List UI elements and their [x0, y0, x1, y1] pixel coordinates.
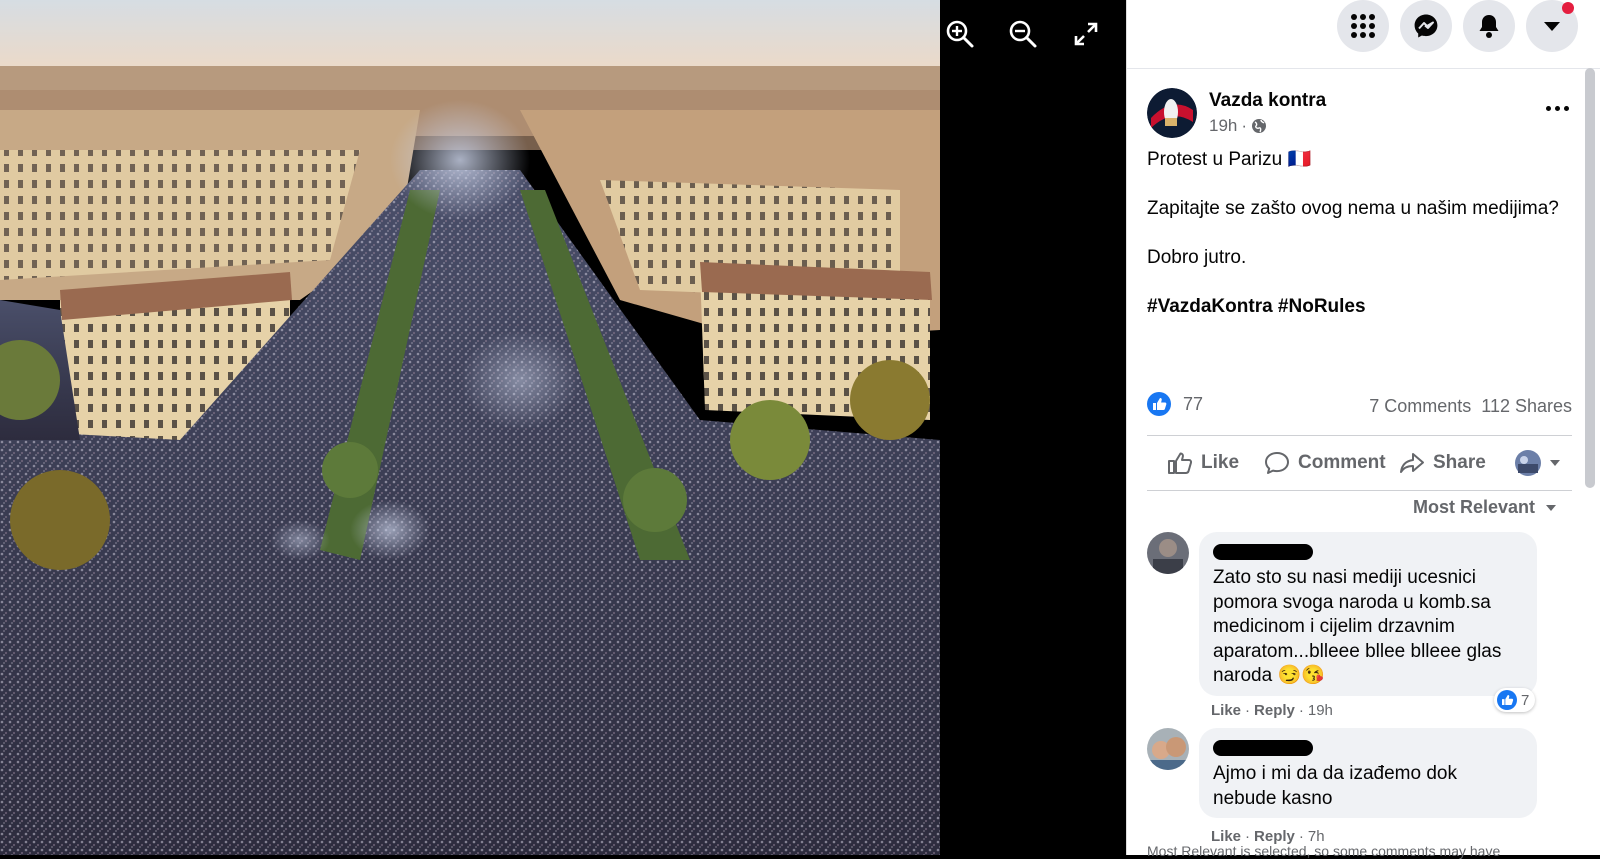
comment-like-link[interactable]: Like — [1211, 702, 1241, 719]
reactions-summary[interactable]: 77 — [1147, 392, 1203, 416]
account-button[interactable] — [1526, 0, 1578, 52]
reaction-count: 7 — [1521, 691, 1530, 709]
comment-reactions[interactable]: 7 — [1494, 688, 1536, 712]
comment-time[interactable]: 19h — [1308, 702, 1333, 719]
post-photo[interactable] — [0, 0, 940, 855]
post-line: Protest u Parizu 🇫🇷 — [1147, 149, 1312, 170]
photo-viewer — [0, 0, 1126, 855]
profile-thumbnail-icon — [1515, 450, 1541, 476]
like-reaction-icon — [1497, 690, 1517, 710]
meta-separator: · — [1241, 116, 1248, 135]
like-reaction-icon — [1147, 392, 1171, 416]
top-navigation — [1127, 0, 1600, 69]
fullscreen-icon — [1074, 22, 1098, 46]
shares-count[interactable]: 112 Shares — [1481, 396, 1572, 417]
post-text: Protest u Parizu 🇫🇷 Zapitajte se zašto o… — [1147, 148, 1572, 320]
comment-button[interactable]: Comment — [1264, 446, 1386, 480]
reaction-profile-selector[interactable] — [1515, 446, 1561, 480]
globe-icon — [1252, 119, 1267, 133]
zoom-out-icon — [1009, 20, 1037, 48]
caret-down-icon — [1544, 22, 1560, 31]
post-options-button[interactable] — [1542, 98, 1572, 118]
comment-bubble: Ajmo i mi da da izađemo dok nebude kasno — [1199, 728, 1537, 818]
dot-icon — [1545, 105, 1551, 111]
caret-down-icon — [1550, 460, 1560, 466]
redacted-commenter-name — [1213, 740, 1313, 756]
sort-label: Most Relevant — [1412, 497, 1535, 517]
notification-dot — [1562, 2, 1574, 14]
comment-bubble: Zato sto su nasi mediji ucesnici pomora … — [1199, 532, 1537, 696]
caret-down-icon — [1546, 504, 1556, 511]
comment-text: Ajmo i mi da da izađemo dok nebude kasno — [1213, 763, 1457, 809]
like-count: 77 — [1183, 393, 1204, 414]
menu-button[interactable] — [1337, 0, 1389, 52]
commenter-avatar[interactable] — [1147, 532, 1189, 574]
avatar-image — [1147, 532, 1189, 574]
scrollbar[interactable] — [1585, 68, 1595, 488]
post-stats: 77 7 Comments 112 Shares — [1147, 392, 1572, 422]
comment-text: Zato sto su nasi mediji ucesnici pomora … — [1213, 567, 1502, 686]
dot-icon — [1563, 105, 1569, 111]
page-name[interactable]: Vazda kontra — [1209, 90, 1326, 112]
post-side-panel: Vazda kontra 19h · Protest u Parizu 🇫🇷 Z… — [1126, 0, 1600, 859]
comments-count[interactable]: 7 Comments — [1369, 396, 1471, 417]
page-avatar[interactable] — [1147, 88, 1197, 138]
comment-sort-dropdown[interactable]: Most Relevant — [1413, 497, 1557, 518]
like-label: Like — [1201, 452, 1240, 473]
commenter-avatar[interactable] — [1147, 728, 1189, 770]
comment-footer: Like · Reply · 19h — [1211, 702, 1333, 719]
like-button[interactable]: Like — [1167, 446, 1239, 480]
messenger-button[interactable] — [1400, 0, 1452, 52]
separator: · — [1245, 702, 1251, 719]
zoom-in-button[interactable] — [940, 14, 980, 54]
messenger-icon — [1414, 14, 1438, 38]
stats-right: 7 Comments 112 Shares — [1369, 396, 1572, 417]
post-hashtags[interactable]: #VazdaKontra #NoRules — [1147, 295, 1572, 320]
share-label: Share — [1433, 452, 1486, 473]
bell-icon — [1479, 15, 1499, 38]
avatar-image — [1147, 728, 1189, 770]
zoom-out-button[interactable] — [1003, 14, 1043, 54]
share-button[interactable]: Share — [1399, 446, 1486, 480]
post-meta: 19h · — [1209, 116, 1267, 136]
comment-icon — [1265, 452, 1289, 474]
fullscreen-button[interactable] — [1066, 14, 1106, 54]
comment-reply-link[interactable]: Reply — [1254, 702, 1295, 719]
share-icon — [1400, 453, 1424, 473]
redacted-commenter-name — [1213, 544, 1313, 560]
dot-icon — [1554, 105, 1560, 111]
post-time[interactable]: 19h — [1209, 116, 1237, 136]
separator: · — [1298, 702, 1304, 719]
thumbs-up-icon — [1168, 452, 1193, 474]
crowd-photo-illustration — [0, 0, 940, 855]
page-logo-image — [1147, 88, 1197, 138]
post-line: Zapitajte se zašto ovog nema u našim med… — [1147, 198, 1559, 219]
post-line: Dobro jutro. — [1147, 247, 1247, 268]
grid-menu-icon — [1351, 14, 1375, 38]
comment-label: Comment — [1298, 452, 1386, 473]
post-actions: Like Comment Share — [1147, 435, 1572, 491]
notifications-button[interactable] — [1463, 0, 1515, 52]
comment-filter-note: Most Relevant is selected, so some comme… — [1147, 843, 1501, 859]
zoom-in-icon — [946, 20, 974, 48]
